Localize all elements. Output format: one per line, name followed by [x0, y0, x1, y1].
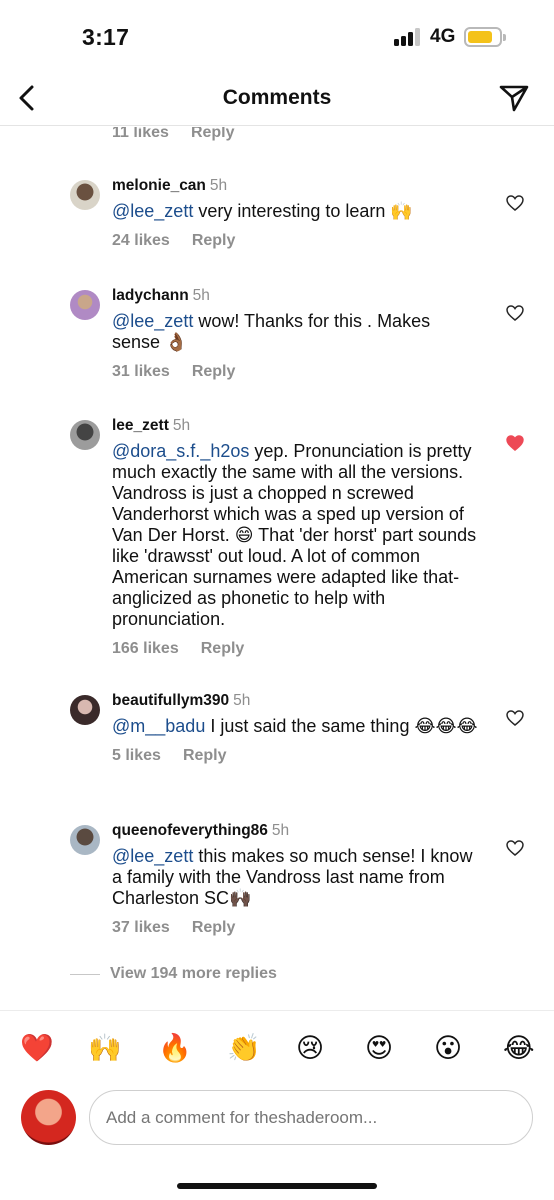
comment-mention[interactable]: @lee_zett [112, 201, 193, 221]
avatar[interactable] [70, 180, 100, 210]
comment-mention[interactable]: @m__badu [112, 716, 205, 736]
comment-time: 5h [209, 177, 228, 194]
comment-text: very interesting to learn 🙌 [193, 201, 413, 221]
send-icon[interactable] [498, 82, 530, 114]
reply-button[interactable]: Reply [183, 747, 227, 764]
comment-mention[interactable]: @dora_s.f._h2os [112, 441, 249, 461]
likes-count[interactable]: 37 likes [112, 919, 170, 936]
reply-button[interactable]: Reply [192, 363, 236, 380]
comment-text: I just said the same thing 😂😂😂 [205, 716, 478, 736]
emoji-tears-of-joy[interactable]: 😂 [503, 1033, 535, 1063]
reply-button[interactable]: Reply [191, 127, 235, 141]
likes-count[interactable]: 31 likes [112, 363, 170, 380]
home-indicator[interactable] [177, 1183, 377, 1189]
heart-icon-liked[interactable] [506, 435, 524, 451]
emoji-crying-face[interactable]: 😢 [296, 1033, 324, 1063]
comment-username[interactable]: queenofeverything86 [112, 822, 268, 839]
emoji-quick-bar: ❤️ 🙌 🔥 👏 😢 😍 😮 😂 [0, 1010, 554, 1082]
avatar[interactable] [70, 420, 100, 450]
comments-feed[interactable]: 11 likes Reply melonie_can 5h @lee_zett ve… [0, 127, 554, 1010]
view-more-replies[interactable]: View 194 more replies [70, 965, 277, 983]
comment-time: 5h [192, 287, 210, 304]
avatar[interactable] [70, 290, 100, 320]
emoji-raising-hands[interactable]: 🙌 [88, 1033, 122, 1063]
status-time: 3:17 [82, 24, 130, 50]
comment-mention[interactable]: @lee_zett [112, 846, 193, 866]
comment-time: 5h [271, 822, 290, 839]
comment-text: yep. Pronunciation is pretty much exactl… [112, 441, 477, 629]
emoji-clapping-hands[interactable]: 👏 [227, 1033, 261, 1063]
emoji-fire[interactable]: 🔥 [158, 1033, 192, 1063]
view-more-replies-label[interactable]: View 194 more replies [110, 965, 277, 982]
comment-input[interactable] [89, 1090, 533, 1145]
divider [70, 973, 100, 975]
battery-icon [464, 27, 506, 47]
cellular-signal-icon [394, 28, 422, 46]
comment-time: 5h [172, 417, 191, 434]
emoji-surprised-face[interactable]: 😮 [434, 1033, 462, 1063]
previous-comment-meta: 11 likes Reply [112, 127, 235, 142]
likes-count[interactable]: 24 likes [112, 232, 170, 249]
comment-username[interactable]: melonie_can [112, 177, 206, 194]
page-title: Comments [222, 86, 332, 109]
network-type: 4G [430, 26, 456, 47]
avatar[interactable] [70, 825, 100, 855]
avatar[interactable] [70, 695, 100, 725]
heart-icon[interactable] [506, 710, 524, 726]
reply-button[interactable]: Reply [192, 919, 236, 936]
comment-username[interactable]: beautifullym390 [112, 692, 229, 709]
comment-username[interactable]: lee_zett [112, 417, 169, 434]
heart-icon[interactable] [506, 195, 524, 211]
likes-count[interactable]: 5 likes [112, 747, 161, 764]
comment-composer [0, 1082, 554, 1162]
likes-count[interactable]: 11 likes [112, 127, 169, 141]
heart-icon[interactable] [506, 305, 524, 321]
heart-icon[interactable] [506, 840, 524, 856]
status-bar: 3:17 4G [0, 0, 554, 72]
likes-count[interactable]: 166 likes [112, 640, 179, 657]
comment-time: 5h [233, 692, 251, 709]
comment-mention[interactable]: @lee_zett [112, 311, 193, 331]
emoji-heart-eyes[interactable]: 😍 [365, 1033, 393, 1063]
emoji-red-heart[interactable]: ❤️ [20, 1033, 54, 1063]
reply-button[interactable]: Reply [201, 640, 245, 657]
comment-username[interactable]: ladychann [112, 287, 189, 304]
reply-button[interactable]: Reply [192, 232, 236, 249]
header-bar: Comments [0, 72, 554, 126]
current-user-avatar [21, 1090, 76, 1145]
